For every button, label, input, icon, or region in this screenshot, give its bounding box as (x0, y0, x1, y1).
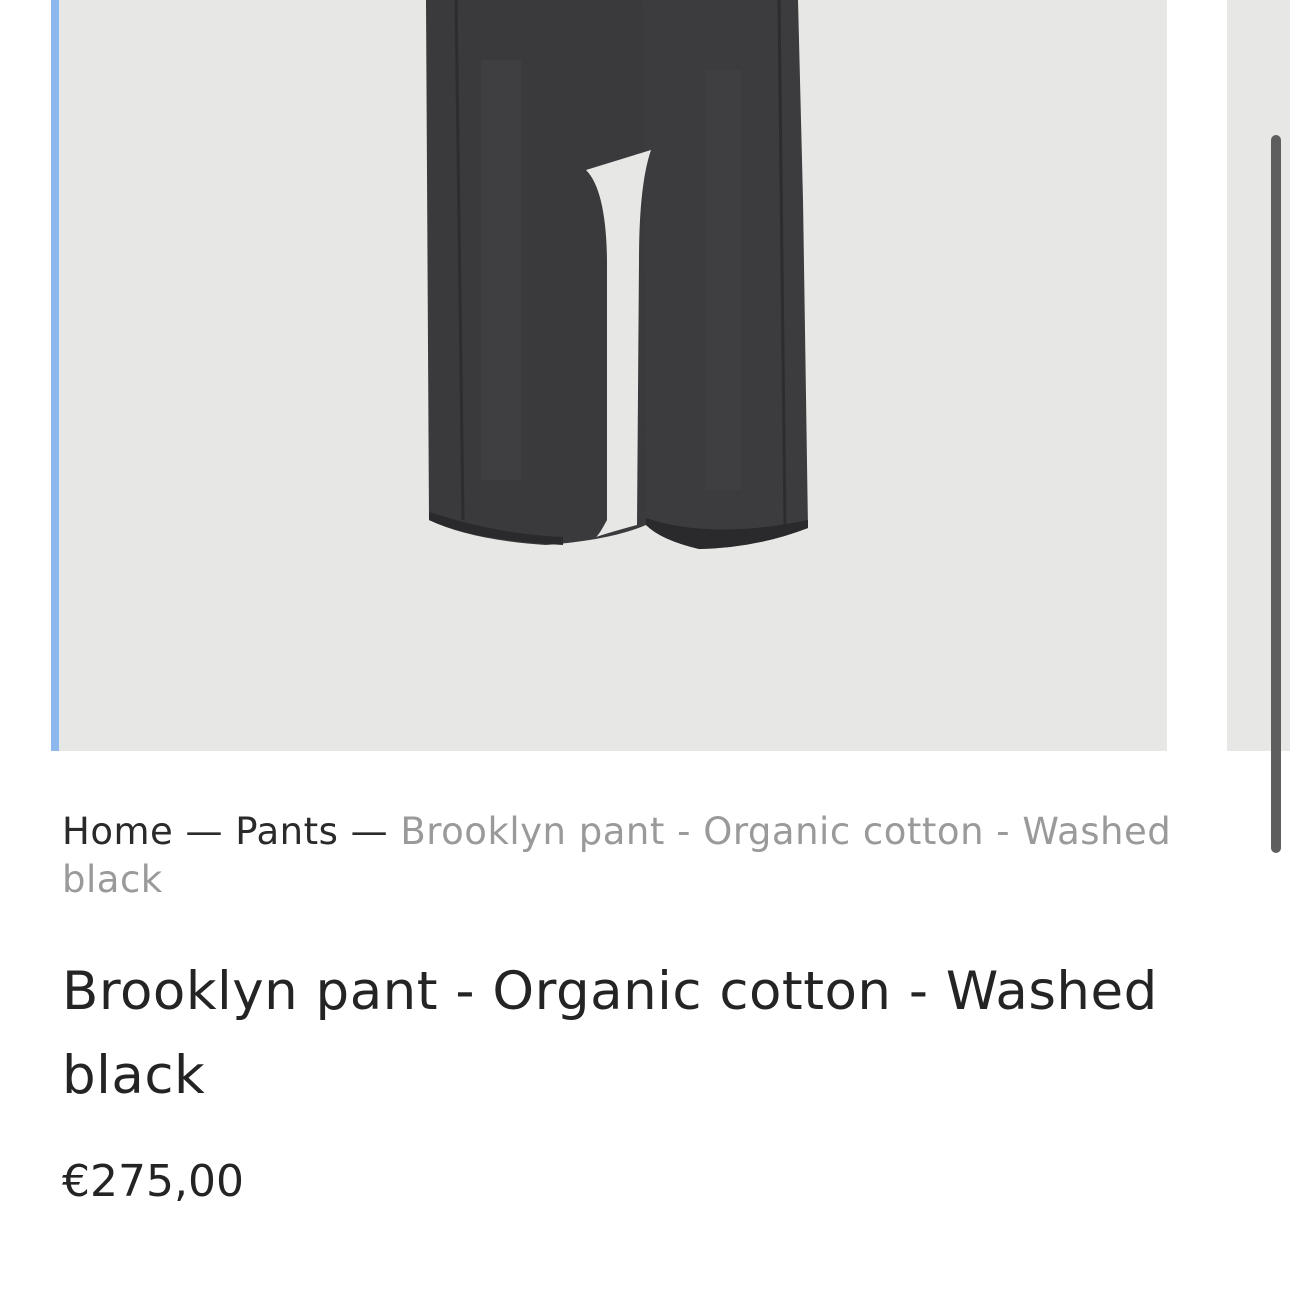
product-price: €275,00 (62, 1156, 244, 1207)
jeans-wash-highlight-left (481, 60, 521, 480)
breadcrumb-separator: — (185, 810, 236, 853)
breadcrumb-separator: — (350, 810, 401, 853)
breadcrumb-home-link[interactable]: Home (62, 810, 173, 853)
scrollbar-thumb[interactable] (1271, 135, 1281, 853)
product-page: Home — Pants — Brooklyn pant - Organic c… (0, 0, 1290, 1290)
product-title: Brooklyn pant - Organic cotton - Washed … (62, 961, 1158, 1106)
product-image-slide[interactable] (51, 0, 1167, 751)
product-image[interactable] (51, 0, 1167, 751)
breadcrumb-category-link[interactable]: Pants (235, 810, 338, 853)
jeans-wash-highlight-right (706, 70, 741, 490)
slide-focus-indicator (51, 0, 59, 751)
breadcrumb: Home — Pants — Brooklyn pant - Organic c… (62, 808, 1172, 904)
